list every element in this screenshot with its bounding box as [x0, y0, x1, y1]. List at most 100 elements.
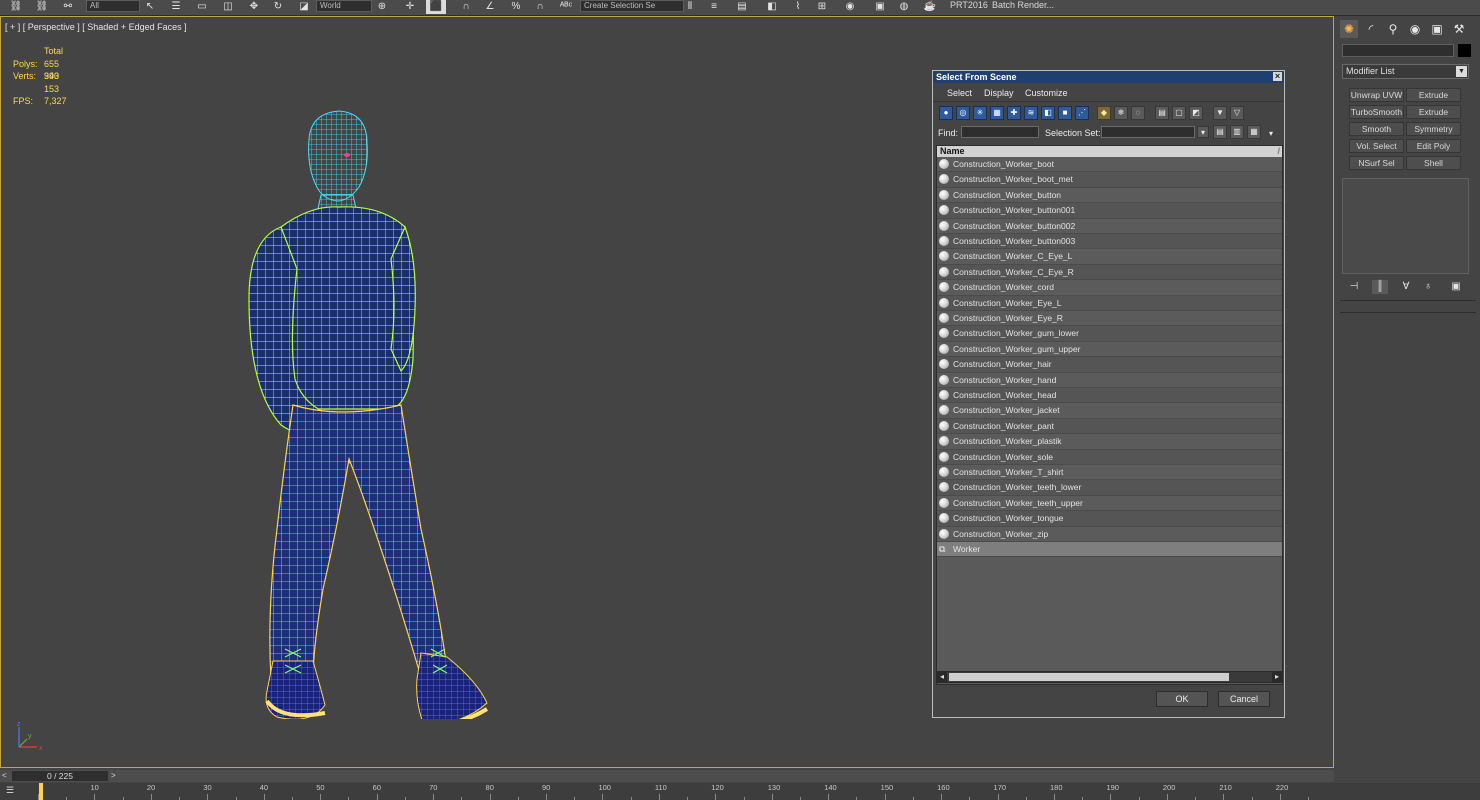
configure-modifier-sets-icon[interactable]: ▣: [1448, 280, 1464, 294]
list-item[interactable]: Construction_Worker_Eye_R: [937, 311, 1282, 327]
list-item[interactable]: Construction_Worker_T_shirt: [937, 465, 1282, 481]
column-name-header[interactable]: Name: [940, 146, 965, 157]
menu-display[interactable]: Display: [984, 88, 1014, 98]
edit-named-selection-icon[interactable]: ᴬᴮᶜ: [558, 0, 574, 14]
display-geometry-icon[interactable]: ●: [939, 106, 953, 120]
current-frame-marker[interactable]: [39, 783, 43, 800]
display-xrefs-icon[interactable]: ■: [1058, 106, 1072, 120]
link-icon[interactable]: ⛓: [8, 0, 24, 14]
percent-snap-icon[interactable]: %: [508, 0, 524, 14]
list-item[interactable]: Construction_Worker_button: [937, 187, 1282, 204]
select-and-move-icon[interactable]: ✥: [246, 0, 262, 14]
angle-snap-icon[interactable]: ∠: [482, 0, 498, 14]
list-item[interactable]: Construction_Worker_gum_lower: [937, 326, 1282, 342]
list-item[interactable]: Construction_Worker_cord: [937, 280, 1282, 296]
manipulate-icon[interactable]: ✛: [402, 0, 418, 14]
list-item[interactable]: Construction_Worker_sole: [937, 449, 1282, 465]
render-setup-icon[interactable]: ▣: [872, 0, 888, 14]
extrude-button-2[interactable]: Extrude: [1406, 105, 1461, 119]
list-item[interactable]: Construction_Worker_button002: [937, 218, 1282, 234]
prt-label[interactable]: PRT2016: [950, 0, 988, 10]
rendered-frame-window-icon[interactable]: ◍: [896, 0, 912, 14]
unwrap-uvw-button[interactable]: Unwrap UVW: [1349, 88, 1404, 102]
utilities-tab-icon[interactable]: ⚒: [1450, 20, 1468, 38]
schematic-view-icon[interactable]: ⊞: [814, 0, 830, 14]
align-icon[interactable]: ≡: [706, 0, 722, 14]
list-item[interactable]: Construction_Worker_button003: [937, 234, 1282, 250]
keyboard-shortcut-override-icon[interactable]: ⬛: [426, 0, 446, 14]
display-hidden-icon[interactable]: ◌: [1131, 106, 1145, 120]
dialog-title-bar[interactable]: Select From Scene ×: [933, 71, 1284, 83]
options-arrow-icon[interactable]: ▾: [1265, 128, 1277, 140]
material-editor-icon[interactable]: ◉: [842, 0, 858, 14]
select-object-icon[interactable]: ↖: [142, 0, 158, 14]
add-to-selection-set-icon[interactable]: ▥: [1230, 125, 1244, 139]
turbosmooth-button[interactable]: TurboSmooth: [1349, 105, 1404, 119]
display-space-warps-icon[interactable]: ≋: [1024, 106, 1038, 120]
list-item[interactable]: Construction_Worker_teeth_lower: [937, 480, 1282, 496]
named-selection-set-dropdown[interactable]: Create Selection Se: [580, 0, 684, 12]
list-item[interactable]: Construction_Worker_C_Eye_L: [937, 249, 1282, 265]
bind-space-warp-icon[interactable]: ⚯: [60, 0, 76, 14]
scroll-right-icon[interactable]: ▸: [1272, 672, 1282, 682]
previous-frame-icon[interactable]: <: [2, 771, 12, 781]
vol-select-button[interactable]: Vol. Select: [1349, 139, 1404, 153]
filter-icon[interactable]: ▼: [1213, 106, 1227, 120]
select-and-rotate-icon[interactable]: ↻: [270, 0, 286, 14]
display-lights-icon[interactable]: ✳: [973, 106, 987, 120]
list-item[interactable]: Construction_Worker_Eye_L: [937, 295, 1282, 311]
layer-explorer-icon[interactable]: ▤: [734, 0, 750, 14]
make-unique-icon[interactable]: ∀: [1398, 280, 1414, 294]
display-containers-icon[interactable]: ◆: [1097, 106, 1111, 120]
list-item[interactable]: Construction_Worker_boot_met: [937, 172, 1282, 188]
cancel-button[interactable]: Cancel: [1218, 691, 1270, 707]
invert-display-icon[interactable]: ◩: [1189, 106, 1203, 120]
menu-select[interactable]: Select: [947, 88, 972, 98]
display-cameras-icon[interactable]: ▦: [990, 106, 1004, 120]
horizontal-scrollbar[interactable]: ◂ ▸: [936, 671, 1283, 683]
time-slider[interactable]: < 0 / 225 >: [0, 770, 1334, 782]
time-slider-thumb[interactable]: 0 / 225: [12, 771, 108, 781]
remove-from-selection-set-icon[interactable]: ▦: [1247, 125, 1261, 139]
list-header[interactable]: Name /: [937, 146, 1282, 157]
scroll-left-icon[interactable]: ◂: [937, 672, 947, 682]
smooth-button[interactable]: Smooth: [1349, 122, 1404, 136]
modifier-stack[interactable]: [1342, 178, 1469, 274]
list-item[interactable]: Construction_Worker_gum_upper: [937, 341, 1282, 358]
ok-button[interactable]: OK: [1156, 691, 1208, 707]
shell-button[interactable]: Shell: [1406, 156, 1461, 170]
construction-worker-model[interactable]: [241, 109, 501, 719]
pin-stack-icon[interactable]: ⊣: [1346, 280, 1362, 294]
remove-modifier-icon[interactable]: ♁: [1420, 280, 1436, 294]
object-color-swatch[interactable]: [1458, 44, 1471, 57]
display-helpers-icon[interactable]: ✚: [1007, 106, 1021, 120]
display-shapes-icon[interactable]: ◎: [956, 106, 970, 120]
find-input[interactable]: [961, 126, 1039, 138]
create-selection-set-icon[interactable]: ▤: [1213, 125, 1227, 139]
toggle-mini-curve-editor-icon[interactable]: ☰: [6, 785, 26, 797]
nsurf-sel-button[interactable]: NSurf Sel: [1349, 156, 1404, 170]
list-item[interactable]: Construction_Worker_boot: [937, 157, 1282, 173]
selection-set-dropdown[interactable]: [1101, 126, 1195, 138]
render-production-icon[interactable]: ☕: [922, 0, 938, 14]
snaps-toggle-icon[interactable]: ∩: [458, 0, 474, 14]
next-frame-icon[interactable]: >: [111, 771, 121, 781]
list-item[interactable]: Construction_Worker_hair: [937, 357, 1282, 373]
batch-render-button[interactable]: Batch Render...: [992, 0, 1054, 10]
menu-customize[interactable]: Customize: [1025, 88, 1068, 98]
viewport-label[interactable]: [ + ] [ Perspective ] [ Shaded + Edged F…: [5, 22, 187, 32]
display-all-icon[interactable]: ▤: [1155, 106, 1169, 120]
list-item[interactable]: Construction_Worker_plastik: [937, 434, 1282, 450]
display-none-icon[interactable]: ▢: [1172, 106, 1186, 120]
list-item[interactable]: Construction_Worker_head: [937, 388, 1282, 404]
show-end-result-icon[interactable]: ║: [1372, 280, 1388, 294]
list-item[interactable]: Construction_Worker_pant: [937, 418, 1282, 435]
track-bar-ruler[interactable]: 10 20 30 40 50 60 70 80 90 100 110 120 130 140 150 160 1…: [38, 783, 1309, 800]
modify-tab-icon[interactable]: ◜: [1362, 20, 1380, 38]
pivot-center-icon[interactable]: ⊕: [374, 0, 390, 14]
track-bar[interactable]: ☰ 10 20 30 40 50 60 70 80 90 100 110 120 130 140 150 16…: [0, 783, 1480, 800]
filter-settings-icon[interactable]: ▽: [1230, 106, 1244, 120]
select-and-scale-icon[interactable]: ◪: [296, 0, 312, 14]
select-by-name-icon[interactable]: ☰: [168, 0, 184, 14]
display-bones-icon[interactable]: ⋰: [1075, 106, 1089, 120]
